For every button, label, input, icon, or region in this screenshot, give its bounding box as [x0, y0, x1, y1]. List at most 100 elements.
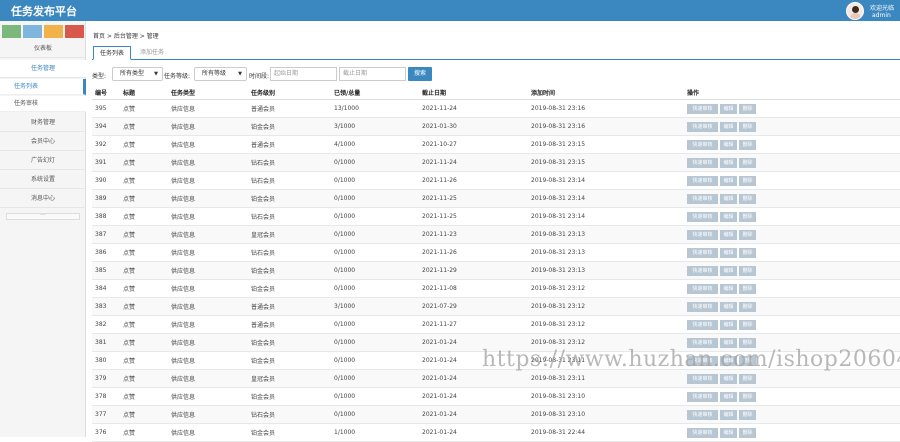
- delete-button[interactable]: 删除: [739, 193, 756, 204]
- table-cell: 皇冠会员: [248, 369, 331, 388]
- quick-review-button[interactable]: 快速审核: [687, 337, 718, 348]
- column-header: 编号: [92, 88, 120, 100]
- delete-button[interactable]: 删除: [739, 139, 756, 150]
- delete-button[interactable]: 删除: [739, 121, 756, 132]
- delete-button[interactable]: 删除: [739, 265, 756, 276]
- edit-button[interactable]: 编辑: [720, 301, 737, 312]
- row-actions: 快速审核 编辑 删除: [684, 423, 900, 442]
- sidebar-item-messages[interactable]: 消息中心: [0, 190, 86, 208]
- theme-swatch-green[interactable]: [2, 25, 21, 38]
- table-cell: 2021-11-26: [419, 243, 528, 262]
- sidebar-item-ad-slides[interactable]: 广告幻灯: [0, 152, 86, 170]
- edit-button[interactable]: 编辑: [720, 319, 737, 330]
- quick-review-button[interactable]: 快速审核: [687, 265, 718, 276]
- delete-button[interactable]: 删除: [739, 211, 756, 222]
- delete-button[interactable]: 删除: [739, 247, 756, 258]
- table-cell: 2021-01-30: [419, 117, 528, 136]
- sidebar-item-finance[interactable]: 财务管理: [0, 114, 86, 132]
- quick-review-button[interactable]: 快速审核: [687, 103, 718, 114]
- quick-review-button[interactable]: 快速审核: [687, 373, 718, 384]
- quick-review-button[interactable]: 快速审核: [687, 211, 718, 222]
- quick-review-button[interactable]: 快速审核: [687, 175, 718, 186]
- table-cell: 铂金会员: [248, 189, 331, 208]
- delete-button[interactable]: 删除: [739, 373, 756, 384]
- delete-button[interactable]: 删除: [739, 409, 756, 420]
- table-cell: 383: [92, 297, 120, 316]
- sidebar-collapse-handle[interactable]: ···: [6, 213, 80, 220]
- edit-button[interactable]: 编辑: [720, 121, 737, 132]
- quick-review-button[interactable]: 快速审核: [687, 157, 718, 168]
- tab-add-task[interactable]: 添加任务: [134, 46, 170, 60]
- table-cell: 供应信息: [168, 297, 248, 316]
- quick-review-button[interactable]: 快速审核: [687, 247, 718, 258]
- delete-button[interactable]: 删除: [739, 229, 756, 240]
- quick-review-button[interactable]: 快速审核: [687, 121, 718, 132]
- quick-review-button[interactable]: 快速审核: [687, 193, 718, 204]
- quick-review-button[interactable]: 快速审核: [687, 301, 718, 312]
- theme-swatch-orange[interactable]: [44, 25, 63, 38]
- table-cell: 铂金会员: [248, 279, 331, 298]
- start-date-input[interactable]: 起始日期: [270, 67, 337, 81]
- sidebar-item-members[interactable]: 会员中心: [0, 133, 86, 151]
- quick-review-button[interactable]: 快速审核: [687, 427, 718, 438]
- quick-review-button[interactable]: 快速审核: [687, 391, 718, 402]
- level-select[interactable]: 所有等级 ▼: [194, 67, 247, 81]
- table-cell: 13/1000: [331, 99, 419, 118]
- avatar[interactable]: [846, 2, 864, 20]
- end-date-input[interactable]: 截止日期: [339, 67, 406, 81]
- column-header: 添加时间: [528, 88, 684, 100]
- table-cell: 2021-01-24: [419, 387, 528, 406]
- theme-swatch-red[interactable]: [65, 25, 84, 38]
- edit-button[interactable]: 编辑: [720, 103, 737, 114]
- edit-button[interactable]: 编辑: [720, 229, 737, 240]
- edit-button[interactable]: 编辑: [720, 427, 737, 438]
- edit-button[interactable]: 编辑: [720, 175, 737, 186]
- edit-button[interactable]: 编辑: [720, 373, 737, 384]
- quick-review-button[interactable]: 快速审核: [687, 319, 718, 330]
- sidebar-subitem-task-review[interactable]: 任务审核: [0, 96, 86, 112]
- tab-task-list[interactable]: 任务列表: [93, 46, 132, 60]
- edit-button[interactable]: 编辑: [720, 157, 737, 168]
- delete-button[interactable]: 删除: [739, 337, 756, 348]
- table-cell: 点赞: [120, 171, 168, 190]
- sidebar-subitem-task-list[interactable]: 任务列表: [0, 79, 86, 95]
- delete-button[interactable]: 删除: [739, 157, 756, 168]
- delete-button[interactable]: 删除: [739, 427, 756, 438]
- delete-button[interactable]: 删除: [739, 391, 756, 402]
- edit-button[interactable]: 编辑: [720, 337, 737, 348]
- column-header: 操作: [684, 88, 900, 100]
- search-button[interactable]: 搜索: [408, 67, 432, 81]
- delete-button[interactable]: 删除: [739, 175, 756, 186]
- edit-button[interactable]: 编辑: [720, 247, 737, 258]
- table-cell: 点赞: [120, 243, 168, 262]
- edit-button[interactable]: 编辑: [720, 283, 737, 294]
- delete-button[interactable]: 删除: [739, 301, 756, 312]
- theme-swatch-blue[interactable]: [23, 25, 42, 38]
- edit-button[interactable]: 编辑: [720, 193, 737, 204]
- edit-button[interactable]: 编辑: [720, 265, 737, 276]
- sidebar-item-task-management[interactable]: 任务管理: [0, 60, 86, 78]
- edit-button[interactable]: 编辑: [720, 391, 737, 402]
- delete-button[interactable]: 删除: [739, 103, 756, 114]
- sidebar-item-dashboard[interactable]: 仪表板: [0, 40, 86, 58]
- type-select[interactable]: 所有类型 ▼: [112, 67, 163, 81]
- user-name[interactable]: admin: [872, 12, 891, 19]
- quick-review-button[interactable]: 快速审核: [687, 229, 718, 240]
- quick-review-button[interactable]: 快速审核: [687, 409, 718, 420]
- sidebar-item-settings[interactable]: 系统设置: [0, 171, 86, 189]
- table-cell: 供应信息: [168, 369, 248, 388]
- table-cell: 2019-08-31 23:14: [528, 189, 684, 208]
- quick-review-button[interactable]: 快速审核: [687, 283, 718, 294]
- edit-button[interactable]: 编辑: [720, 409, 737, 420]
- edit-button[interactable]: 编辑: [720, 139, 737, 150]
- delete-button[interactable]: 删除: [739, 283, 756, 294]
- table-cell: 0/1000: [331, 189, 419, 208]
- table-cell: 378: [92, 387, 120, 406]
- row-actions: 快速审核 编辑 删除: [684, 369, 900, 388]
- table-cell: 点赞: [120, 153, 168, 172]
- delete-button[interactable]: 删除: [739, 319, 756, 330]
- quick-review-button[interactable]: 快速审核: [687, 139, 718, 150]
- sidebar: 仪表板 任务管理 任务列表 任务审核 财务管理 会员中心 广告幻灯 系统设置 消…: [0, 21, 86, 437]
- row-actions: 快速审核 编辑 删除: [684, 189, 900, 208]
- edit-button[interactable]: 编辑: [720, 211, 737, 222]
